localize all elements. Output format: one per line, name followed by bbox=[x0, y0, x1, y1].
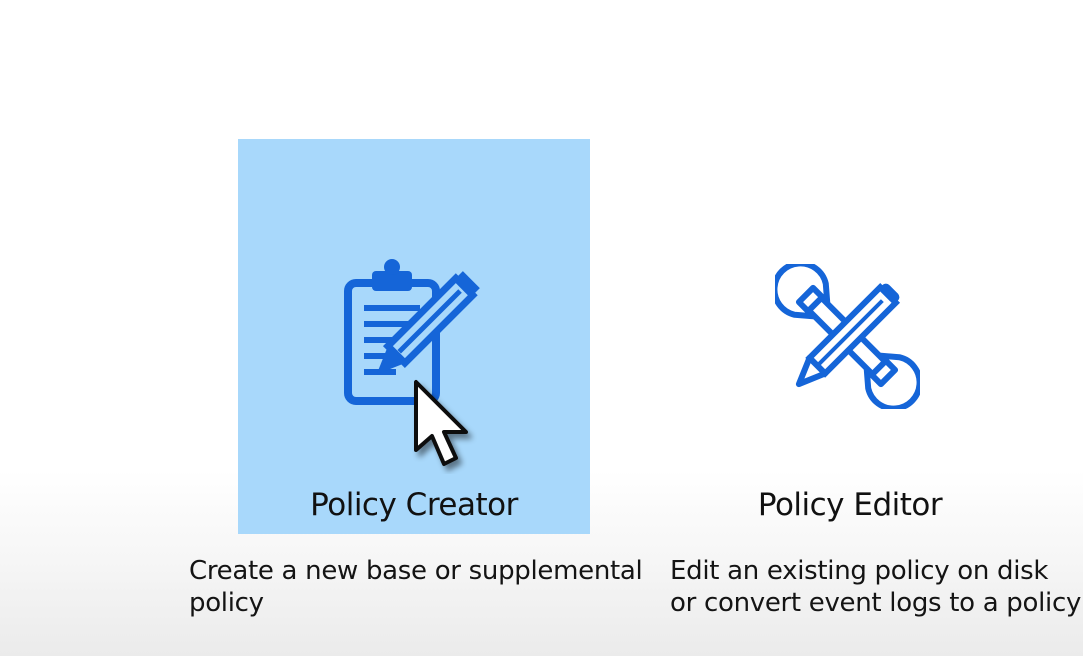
policy-editor-tile[interactable]: Policy Editor bbox=[650, 139, 1050, 534]
policy-editor-label: Policy Editor bbox=[757, 487, 943, 523]
policy-creator-tile[interactable]: Policy Creator bbox=[238, 139, 590, 534]
pencil-wrench-icon bbox=[775, 264, 920, 409]
policy-creator-description: Create a new base or supplemental policy bbox=[189, 556, 643, 618]
clipboard-pencil-icon bbox=[344, 259, 480, 405]
policy-creator-label: Policy Creator bbox=[310, 487, 518, 523]
policy-editor-description: Edit an existing policy on disk or conve… bbox=[670, 556, 1082, 618]
